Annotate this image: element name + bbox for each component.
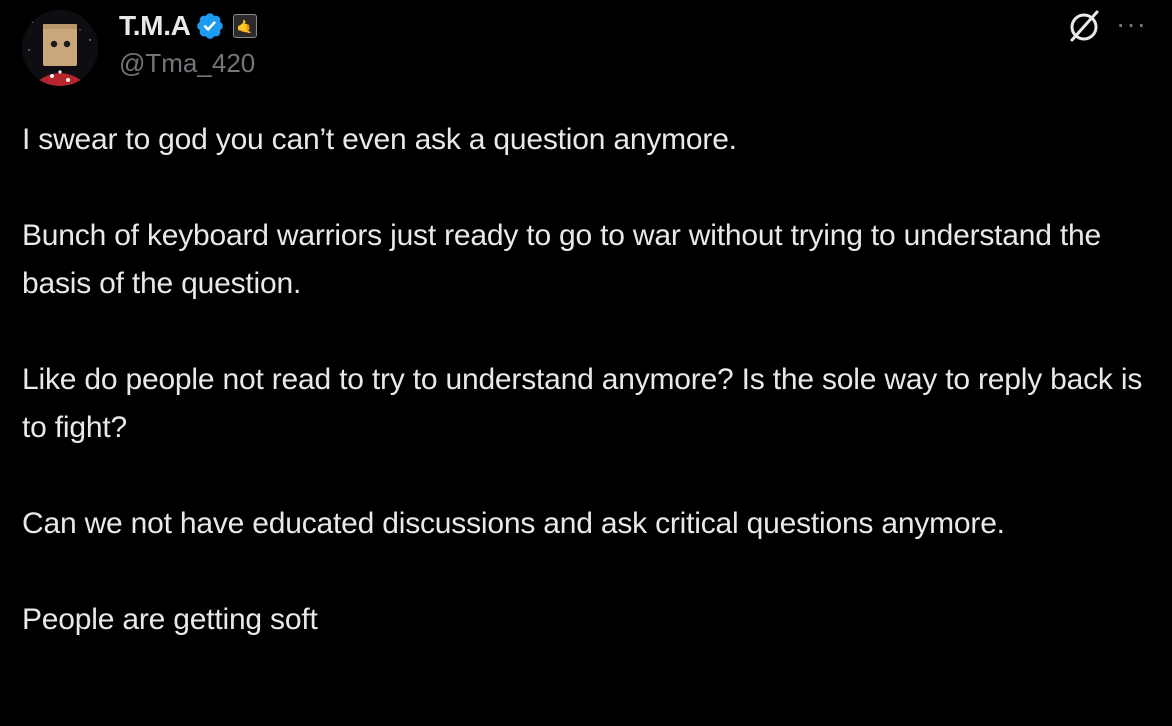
tweet-paragraph: Bunch of keyboard warriors just ready to… xyxy=(22,219,1101,300)
author-name-row: T.M.A 🤙 xyxy=(119,8,257,44)
shaka-hand-icon[interactable]: 🤙 xyxy=(232,14,257,38)
paper-bag-head-avatar-icon xyxy=(22,10,98,86)
tweet-paragraph: Can we not have educated discussions and… xyxy=(22,507,1005,540)
tweet-paragraph: People are getting soft xyxy=(22,603,318,636)
tweet-text: I swear to god you can’t even ask a ques… xyxy=(22,116,1152,644)
avatar[interactable] xyxy=(22,10,98,86)
verified-badge-icon[interactable] xyxy=(195,11,225,41)
display-name[interactable]: T.M.A xyxy=(119,10,191,42)
author-handle[interactable]: @Tma_420 xyxy=(119,48,255,79)
tweet-paragraph: I swear to god you can’t even ask a ques… xyxy=(22,123,737,156)
grok-icon[interactable] xyxy=(1064,6,1104,46)
more-options-icon[interactable]: ··· xyxy=(1116,10,1147,38)
tweet-paragraph: Like do people not read to try to unders… xyxy=(22,363,1143,444)
